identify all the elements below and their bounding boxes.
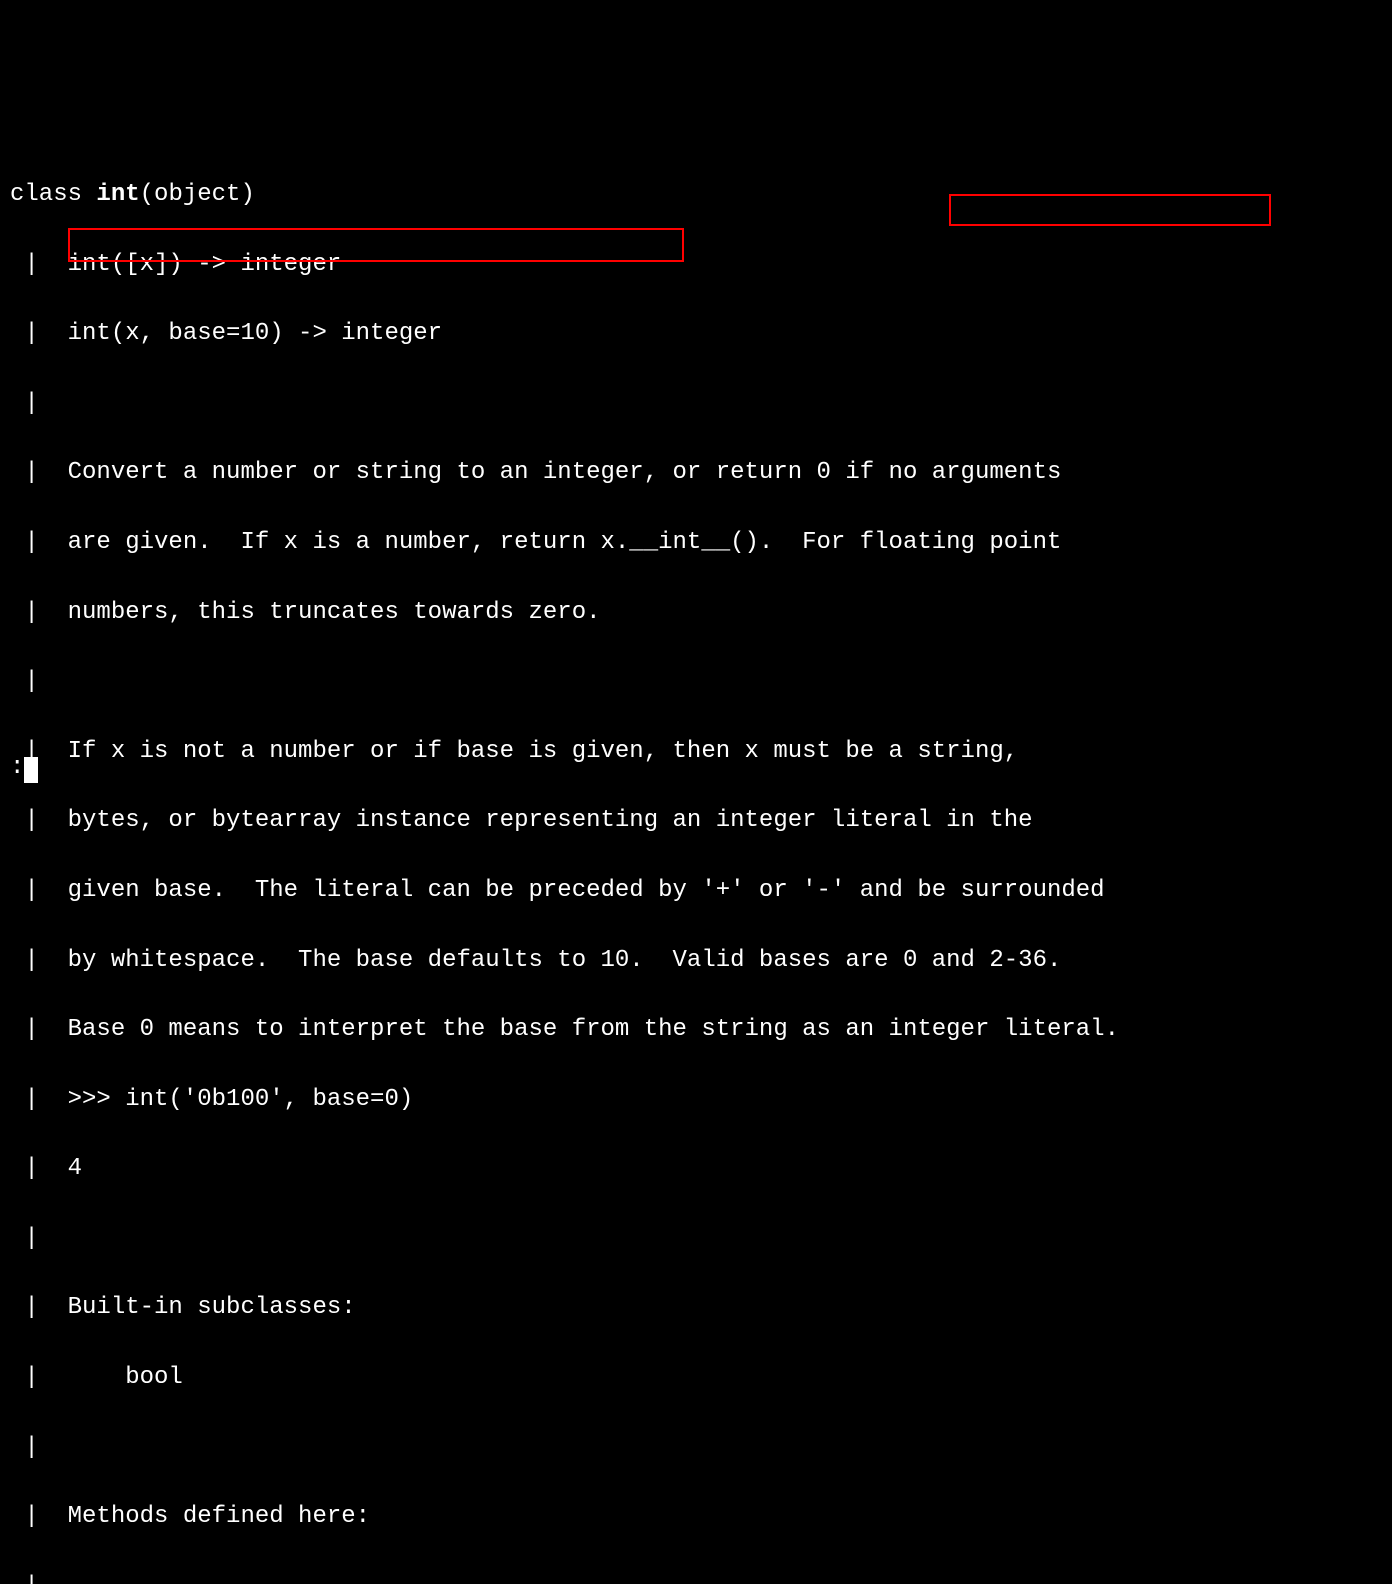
help-line: | (10, 1431, 1392, 1466)
help-line: | given base. The literal can be precede… (10, 874, 1392, 909)
help-line: | (10, 665, 1392, 700)
help-line: | Built-in subclasses: (10, 1291, 1392, 1326)
help-line: | Methods defined here: (10, 1500, 1392, 1535)
help-line-class: class int(object) (10, 178, 1392, 213)
pager-prompt[interactable]: : (10, 751, 38, 786)
help-line: | numbers, this truncates towards zero. (10, 596, 1392, 631)
cursor-block (24, 757, 38, 783)
help-line: | (10, 1570, 1392, 1584)
help-line: | If x is not a number or if base is giv… (10, 735, 1392, 770)
terminal-output: class int(object) | int([x]) -> integer … (10, 143, 1392, 1584)
help-line: | 4 (10, 1152, 1392, 1187)
help-line: | by whitespace. The base defaults to 10… (10, 944, 1392, 979)
help-line: | >>> int('0b100', base=0) (10, 1083, 1392, 1118)
help-line: | Base 0 means to interpret the base fro… (10, 1013, 1392, 1048)
help-line: | int([x]) -> integer (10, 248, 1392, 283)
help-line: | bool (10, 1361, 1392, 1396)
help-line: | Convert a number or string to an integ… (10, 456, 1392, 491)
help-line: | int(x, base=10) -> integer (10, 317, 1392, 352)
help-line: | bytes, or bytearray instance represent… (10, 804, 1392, 839)
help-line: | (10, 387, 1392, 422)
help-line: | are given. If x is a number, return x.… (10, 526, 1392, 561)
help-line: | (10, 1222, 1392, 1257)
